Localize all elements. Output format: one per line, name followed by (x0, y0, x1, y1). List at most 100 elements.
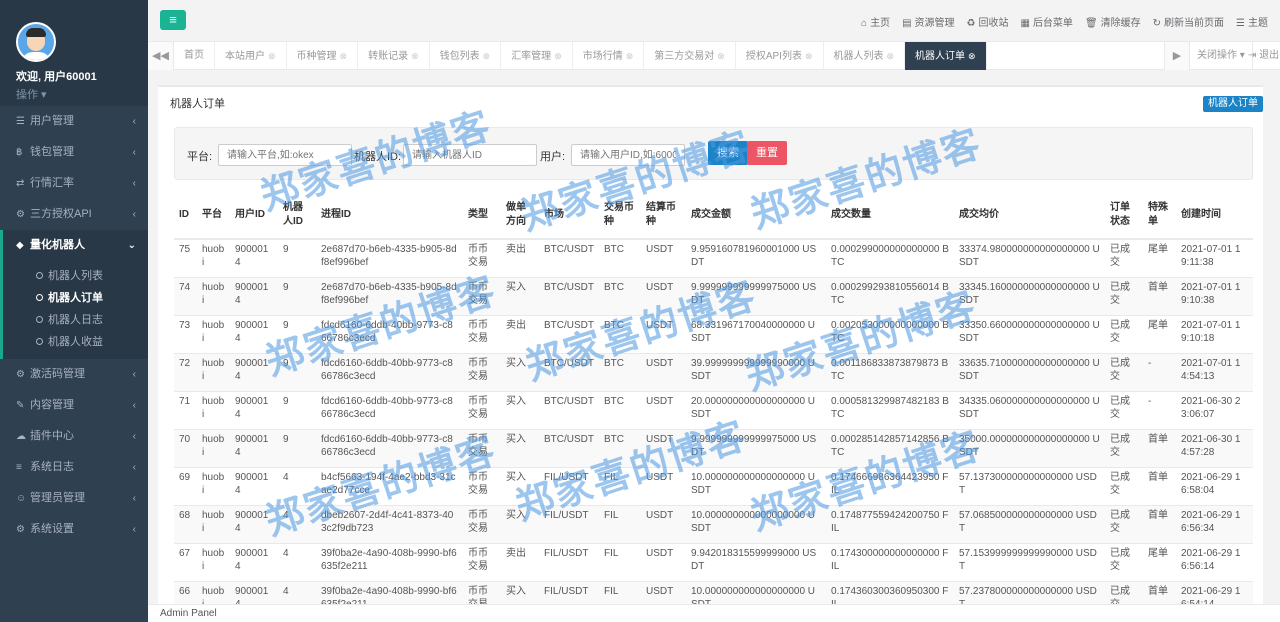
user-id-input[interactable] (571, 144, 685, 166)
user-profile: 欢迎, 用户60001 操作 ▾ (0, 0, 148, 106)
sidebar-subitem-label: 机器人列表 (48, 270, 103, 282)
table-cell: 0.174300000000000000 FIL (826, 542, 954, 581)
menu-toggle-button[interactable]: ≡ (160, 10, 186, 30)
sidebar-item-activation-codes[interactable]: ⚙ 激活码管理 ‹ (0, 359, 148, 390)
table-row: 66 huobi 9000014 4 39f0ba2e-4a90-408b-9990-b… (174, 580, 1253, 604)
trash-icon: 🗑 (1084, 17, 1098, 29)
sidebar-subitem-robot-list[interactable]: 机器人列表 (3, 265, 148, 287)
table-cell: 57.153999999999990000 USDT (954, 542, 1105, 581)
close-icon[interactable]: ⊗ (805, 51, 813, 61)
tab-api-list[interactable]: 授权API列表 ⊗ (736, 42, 824, 70)
tab-home[interactable]: 首页 (174, 42, 215, 70)
table-cell: 2021-06-29 16:56:34 (1176, 504, 1253, 543)
refresh-page-link[interactable]: ↻ 刷新当前页面 (1153, 14, 1224, 29)
table-cell: 57.237800000000000000 USDT (954, 580, 1105, 604)
table-cell: 4 (278, 504, 316, 543)
sidebar-subitem-robot-logs[interactable]: 机器人日志 (3, 309, 148, 331)
tab-scroll-right-icon[interactable]: ▶ (1164, 42, 1190, 70)
search-button[interactable]: 搜索 (708, 141, 748, 165)
profile-ops-dropdown[interactable]: 操作 ▾ (16, 86, 148, 102)
close-icon[interactable]: ⊗ (717, 51, 725, 61)
key-icon: ⚙ (16, 369, 25, 380)
table-cell: 2021-06-29 16:58:04 (1176, 466, 1253, 505)
chevron-left-icon: ‹ (132, 147, 136, 158)
column-header: 结算币种 (641, 191, 686, 240)
sidebar-item-third-party-api[interactable]: ⚙ 三方授权API ‹ (0, 199, 148, 230)
table-cell: 71 (174, 390, 197, 429)
home-link[interactable]: ⌂ 主页 (861, 14, 890, 29)
table-cell: 33635.710000000000000000 USDT (954, 352, 1105, 391)
close-icon[interactable]: ⊗ (887, 51, 895, 61)
table-cell: 39.999999999999990000 USDT (686, 352, 826, 391)
tab-currency-management[interactable]: 币种管理 ⊗ (287, 42, 359, 70)
table-row: 67 huobi 9000014 4 39f0ba2e-4a90-408b-9990-b… (174, 542, 1253, 581)
sidebar-item-quant-robot[interactable]: ◆ 量化机器人 ⌄ (0, 230, 148, 261)
resource-management-link[interactable]: ▤ 资源管理 (902, 14, 954, 29)
chevron-left-icon: ‹ (132, 178, 136, 189)
platform-input[interactable] (218, 144, 352, 166)
top-links: ⌂ 主页 ▤ 资源管理 ♻ 回收站 ▦ 后台菜单 🗑 清除缓存 ↻ 刷新当前页面 ☰ 主题 (849, 0, 1268, 42)
sidebar-item-content-management[interactable]: ✎ 内容管理 ‹ (0, 390, 148, 421)
tab-site-users[interactable]: 本站用户 ⊗ (215, 42, 287, 70)
table-cell: 2021-06-30 23:06:07 (1176, 390, 1253, 429)
table-cell: USDT (641, 314, 686, 353)
close-icon[interactable]: ⊗ (340, 51, 348, 61)
sidebar-item-wallet-management[interactable]: ฿ 钱包管理 ‹ (0, 137, 148, 168)
close-operations-dropdown[interactable]: 关闭操作 ▾ (1190, 42, 1253, 70)
sidebar-item-system-settings[interactable]: ⚙ 系统设置 ‹ (0, 514, 148, 545)
logout-button[interactable]: ⇥ 退出 (1248, 42, 1279, 70)
sidebar-item-system-logs[interactable]: ≡ 系统日志 ‹ (0, 452, 148, 483)
table-cell: 9000014 (230, 580, 278, 604)
recycle-bin-link[interactable]: ♻ 回收站 (967, 14, 1009, 29)
table-cell: 币币交易 (463, 542, 501, 581)
table-cell: 0.174360300360950300 FIL (826, 580, 954, 604)
sidebar-item-label: 系统日志 (30, 461, 74, 473)
close-icon[interactable]: ⊗ (968, 51, 976, 61)
sidebar-item-market-rates[interactable]: ⇄ 行情汇率 ‹ (0, 168, 148, 199)
chevron-left-icon: ‹ (132, 116, 136, 127)
robot-id-input[interactable] (403, 144, 537, 166)
tab-scroll-left-icon[interactable]: ◀◀ (148, 42, 174, 70)
table-cell: BTC/USDT (539, 352, 599, 391)
sidebar-item-plugin-center[interactable]: ☁ 插件中心 ‹ (0, 421, 148, 452)
close-icon[interactable]: ⊗ (626, 51, 634, 61)
table-cell: 2021-06-30 14:57:28 (1176, 428, 1253, 467)
column-header: 成交数量 (826, 191, 954, 240)
platform-label: 平台: (187, 151, 213, 163)
table-cell: 9000014 (230, 352, 278, 391)
reset-button[interactable]: 重置 (747, 141, 787, 165)
table-cell: 2021-07-01 14:54:13 (1176, 352, 1253, 391)
close-icon[interactable]: ⊗ (554, 51, 562, 61)
avatar[interactable] (16, 22, 56, 62)
tab-market-quotes[interactable]: 市场行情 ⊗ (573, 42, 645, 70)
sidebar-item-user-management[interactable]: ☰ 用户管理 ‹ (0, 106, 148, 137)
chevron-left-icon: ‹ (132, 524, 136, 535)
table-cell: 9000014 (230, 504, 278, 543)
table-cell: huobi (197, 580, 230, 604)
sidebar-subitem-robot-earnings[interactable]: 机器人收益 (3, 331, 148, 353)
tab-transfer-records[interactable]: 转账记录 ⊗ (358, 42, 430, 70)
table-cell: 4 (278, 580, 316, 604)
table-cell: 9000014 (230, 276, 278, 315)
table-cell: 73 (174, 314, 197, 353)
table-cell: 20.000000000000000000 USDT (686, 390, 826, 429)
sidebar-item-admin-management[interactable]: ☺ 管理员管理 ‹ (0, 483, 148, 514)
table-cell: 35000.000000000000000000 USDT (954, 428, 1105, 467)
theme-link[interactable]: ☰ 主题 (1236, 14, 1268, 29)
sidebar-subitem-robot-orders[interactable]: 机器人订单 (3, 287, 148, 309)
tab-robot-orders[interactable]: 机器人订单 ⊗ (905, 42, 987, 70)
tab-rate-management[interactable]: 汇率管理 ⊗ (501, 42, 573, 70)
tab-wallet-list[interactable]: 钱包列表 ⊗ (430, 42, 502, 70)
table-cell: 39f0ba2e-4a90-408b-9990-bf6635f2e211 (316, 542, 463, 581)
table-row: 70 huobi 9000014 9 fdcd6160-6ddb-40bb-9773-c… (174, 428, 1253, 467)
tab-robot-list[interactable]: 机器人列表 ⊗ (824, 42, 906, 70)
close-icon[interactable]: ⊗ (483, 51, 491, 61)
close-icon[interactable]: ⊗ (268, 51, 276, 61)
theme-label: 主题 (1248, 17, 1268, 29)
admin-menu-link[interactable]: ▦ 后台菜单 (1020, 14, 1072, 29)
sidebar-item-label: 行情汇率 (30, 177, 74, 189)
close-icon[interactable]: ⊗ (411, 51, 419, 61)
tab-third-party-pairs[interactable]: 第三方交易对 ⊗ (644, 42, 736, 70)
table-cell: 卖出 (501, 542, 539, 581)
clear-cache-link[interactable]: 🗑 清除缓存 (1085, 14, 1141, 29)
